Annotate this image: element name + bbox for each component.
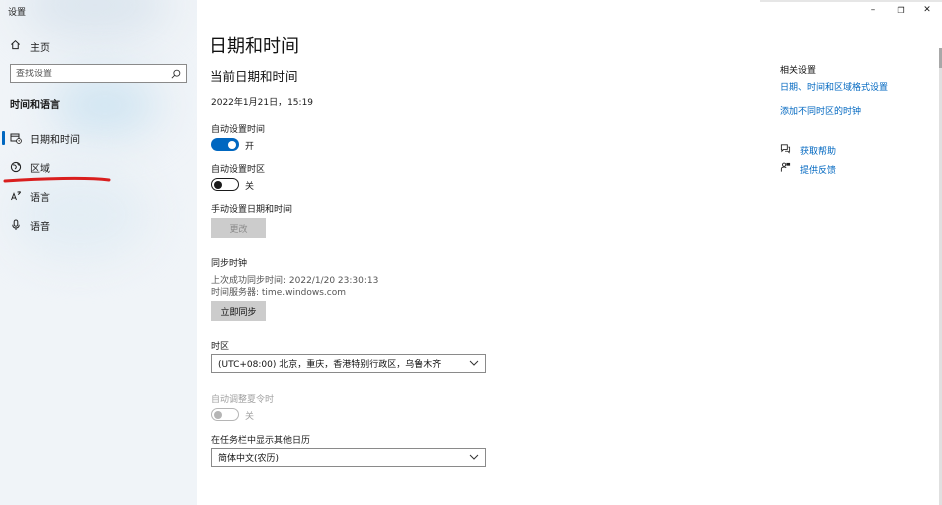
microphone-icon	[10, 219, 22, 231]
sync-clock-title: 同步时钟	[211, 259, 248, 269]
link-region-format[interactable]: 日期、时间和区域格式设置	[780, 80, 888, 93]
search-input[interactable]	[16, 68, 166, 79]
feedback-label: 提供反馈	[800, 165, 837, 176]
sidebar-item-home[interactable]: 主页	[10, 38, 50, 54]
auto-time-state: 开	[245, 142, 255, 152]
timezone-value: (UTC+08:00) 北京，重庆，香港特别行政区，乌鲁木齐	[218, 360, 442, 370]
time-server-text: 时间服务器: time.windows.com	[211, 288, 347, 298]
feedback-icon	[780, 162, 791, 176]
sidebar: 设置 主页 时间和语言 日期和时间 区域 语言 语音	[0, 0, 197, 505]
timezone-select[interactable]: (UTC+08:00) 北京，重庆，香港特别行政区，乌鲁木齐	[211, 354, 486, 373]
section-title: 时间和语言	[10, 100, 60, 111]
dst-state: 关	[245, 412, 255, 422]
globe-region-icon	[10, 161, 22, 173]
related-settings-title: 相关设置	[780, 66, 817, 76]
page-title: 日期和时间	[209, 36, 299, 57]
link-add-clocks[interactable]: 添加不同时区的时钟	[780, 104, 861, 117]
close-button[interactable]: ✕	[913, 2, 941, 18]
sidebar-item-label: 日期和时间	[30, 134, 80, 146]
sync-now-button[interactable]: 立即同步	[211, 301, 266, 321]
search-box[interactable]	[10, 64, 187, 83]
sidebar-item-label: 语言	[30, 192, 50, 204]
calendar-label: 在任务栏中显示其他日历	[211, 436, 311, 446]
dst-label: 自动调整夏令时	[211, 395, 275, 405]
sidebar-item-date-time[interactable]: 日期和时间	[0, 125, 197, 151]
red-annotation-underline	[3, 176, 111, 183]
search-icon[interactable]	[171, 64, 181, 83]
language-icon	[10, 190, 22, 202]
auto-timezone-state: 关	[245, 182, 255, 192]
auto-timezone-toggle[interactable]	[211, 178, 239, 191]
sidebar-item-language[interactable]: 语言	[0, 183, 197, 209]
manual-time-label: 手动设置日期和时间	[211, 205, 293, 215]
get-help-link[interactable]: 获取帮助	[780, 143, 836, 157]
sidebar-item-label: 语音	[30, 221, 50, 233]
get-help-label: 获取帮助	[800, 146, 837, 157]
feedback-link[interactable]: 提供反馈	[780, 162, 836, 176]
auto-time-toggle[interactable]	[211, 138, 239, 151]
calendar-value: 简体中文(农历)	[218, 454, 280, 464]
timezone-label: 时区	[211, 342, 230, 352]
chevron-down-icon	[469, 359, 479, 369]
main-content: 日期和时间 当前日期和时间 2022年1月21日，15:19 自动设置时间 开 …	[197, 0, 942, 505]
help-chat-icon	[780, 143, 791, 157]
change-button[interactable]: 更改	[211, 218, 266, 238]
sidebar-item-label: 主页	[30, 42, 50, 54]
app-title: 设置	[8, 8, 27, 18]
sidebar-item-speech[interactable]: 语音	[0, 212, 197, 238]
minimize-button[interactable]: –	[859, 2, 887, 18]
auto-timezone-label: 自动设置时区	[211, 165, 266, 175]
dst-toggle[interactable]	[211, 408, 239, 421]
home-icon	[10, 39, 21, 53]
restore-button[interactable]: ❐	[887, 2, 915, 18]
chevron-down-icon	[469, 453, 479, 463]
auto-time-label: 自动设置时间	[211, 125, 266, 135]
section-heading-current: 当前日期和时间	[210, 69, 298, 84]
current-datetime: 2022年1月21日，15:19	[211, 98, 314, 108]
calendar-clock-icon	[10, 132, 22, 144]
calendar-select[interactable]: 简体中文(农历)	[211, 448, 486, 467]
